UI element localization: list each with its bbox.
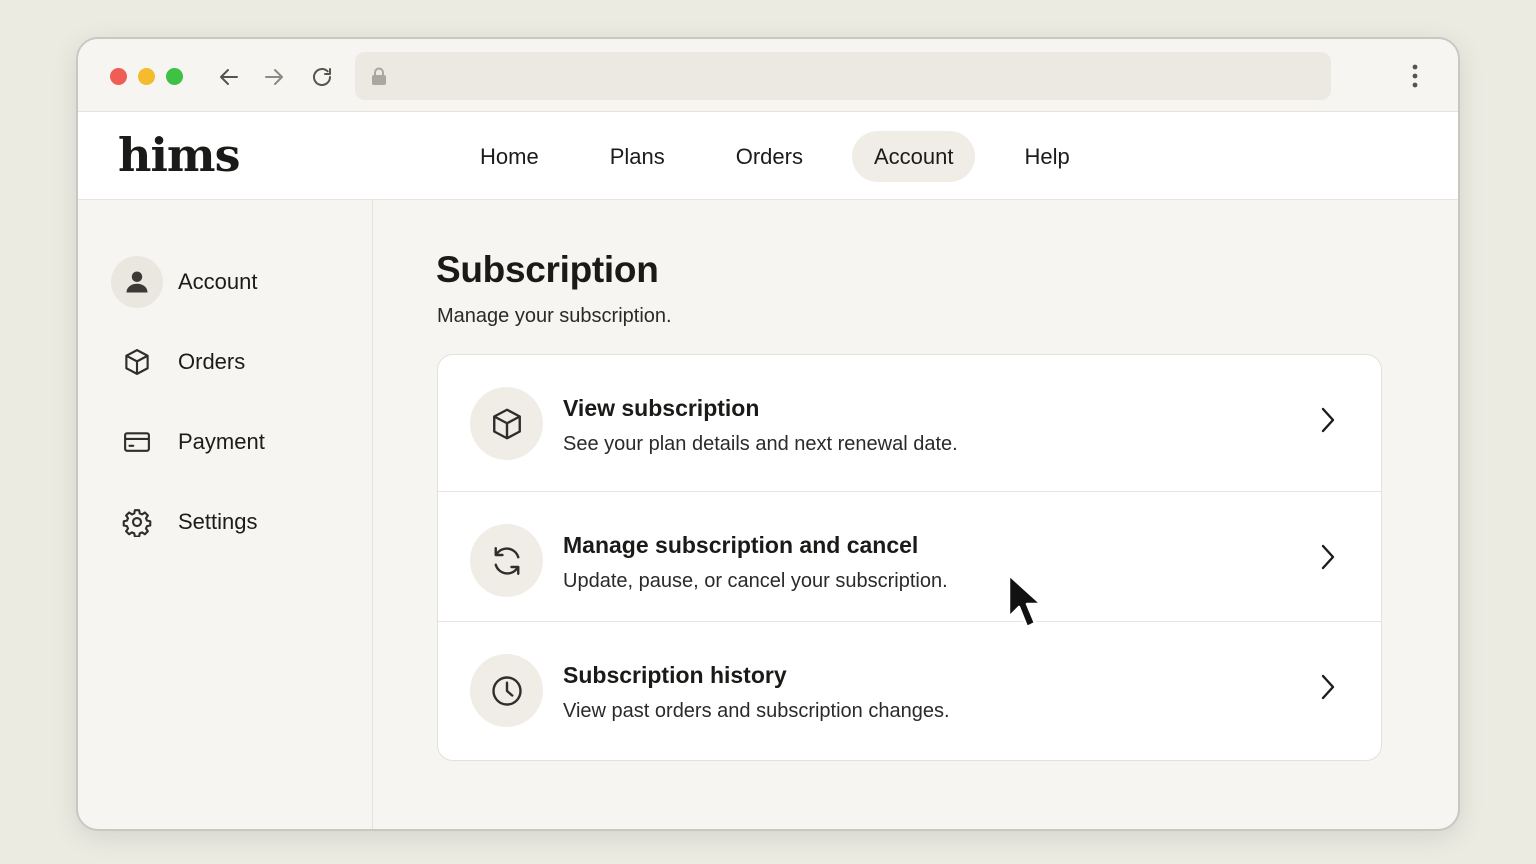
address-bar[interactable] xyxy=(355,52,1331,100)
site-header: hims Home Plans Orders Account Help xyxy=(78,112,1458,200)
nav-orders[interactable]: Orders xyxy=(714,131,825,182)
gear-icon xyxy=(122,509,152,537)
sidebar-item-payment[interactable]: Payment xyxy=(111,415,351,469)
subscription-options-card: View subscription See your plan details … xyxy=(437,354,1382,761)
chevron-right-icon xyxy=(1321,407,1335,433)
browser-menu-button[interactable] xyxy=(1400,61,1430,91)
nav-home[interactable]: Home xyxy=(458,131,561,182)
row-title: Subscription history xyxy=(563,662,787,688)
sidebar-item-label: Settings xyxy=(178,509,258,534)
view-subscription-row[interactable]: View subscription See your plan details … xyxy=(438,355,1381,484)
chevron-right-icon xyxy=(1321,674,1335,700)
manage-subscription-row[interactable]: Manage subscription and cancel Update, p… xyxy=(438,491,1381,620)
forward-arrow-icon xyxy=(265,69,283,85)
close-window-button[interactable] xyxy=(110,68,127,85)
sidebar-item-label: Account xyxy=(178,269,258,294)
refresh-icon xyxy=(494,546,519,575)
hims-logo[interactable]: hims xyxy=(118,128,240,182)
reload-button[interactable] xyxy=(308,63,336,91)
subscription-history-row[interactable]: Subscription history View past orders an… xyxy=(438,621,1381,750)
person-icon xyxy=(126,271,148,293)
credit-card-icon xyxy=(124,432,150,452)
sidebar-item-settings[interactable]: Settings xyxy=(111,495,351,549)
browser-window: hims Home Plans Orders Account Help Acco… xyxy=(76,37,1460,831)
maximize-window-button[interactable] xyxy=(166,68,183,85)
row-title: View subscription xyxy=(563,395,760,421)
box-icon xyxy=(125,349,149,375)
clock-icon xyxy=(491,675,522,706)
sidebar-item-label: Payment xyxy=(178,429,265,454)
url-input[interactable] xyxy=(397,67,1297,85)
page-title: Subscription xyxy=(436,249,659,290)
nav-help[interactable]: Help xyxy=(1002,131,1091,182)
sidebar-item-label: Orders xyxy=(178,349,246,374)
more-vertical-icon xyxy=(1412,64,1418,88)
sidebar: Account Orders Payment Settings xyxy=(78,200,373,829)
back-arrow-icon xyxy=(220,69,238,85)
top-navigation: Home Plans Orders Account Help xyxy=(458,131,1119,182)
reload-icon xyxy=(313,68,331,86)
forward-button[interactable] xyxy=(260,63,288,91)
back-button[interactable] xyxy=(215,63,243,91)
sidebar-item-account[interactable]: Account xyxy=(111,255,351,309)
nav-account[interactable]: Account xyxy=(851,131,976,182)
browser-toolbar xyxy=(78,39,1458,112)
nav-plans[interactable]: Plans xyxy=(588,131,687,182)
row-title: Manage subscription and cancel xyxy=(563,532,919,558)
minimize-window-button[interactable] xyxy=(138,68,155,85)
page-subtitle: Manage your subscription. xyxy=(437,305,672,327)
row-description: See your plan details and next renewal d… xyxy=(563,433,958,455)
box-icon xyxy=(492,408,521,439)
row-description: Update, pause, or cancel your subscripti… xyxy=(563,570,948,592)
chevron-right-icon xyxy=(1321,544,1335,570)
lock-icon xyxy=(372,67,386,85)
row-description: View past orders and subscription change… xyxy=(563,700,950,722)
sidebar-item-orders[interactable]: Orders xyxy=(111,335,351,389)
